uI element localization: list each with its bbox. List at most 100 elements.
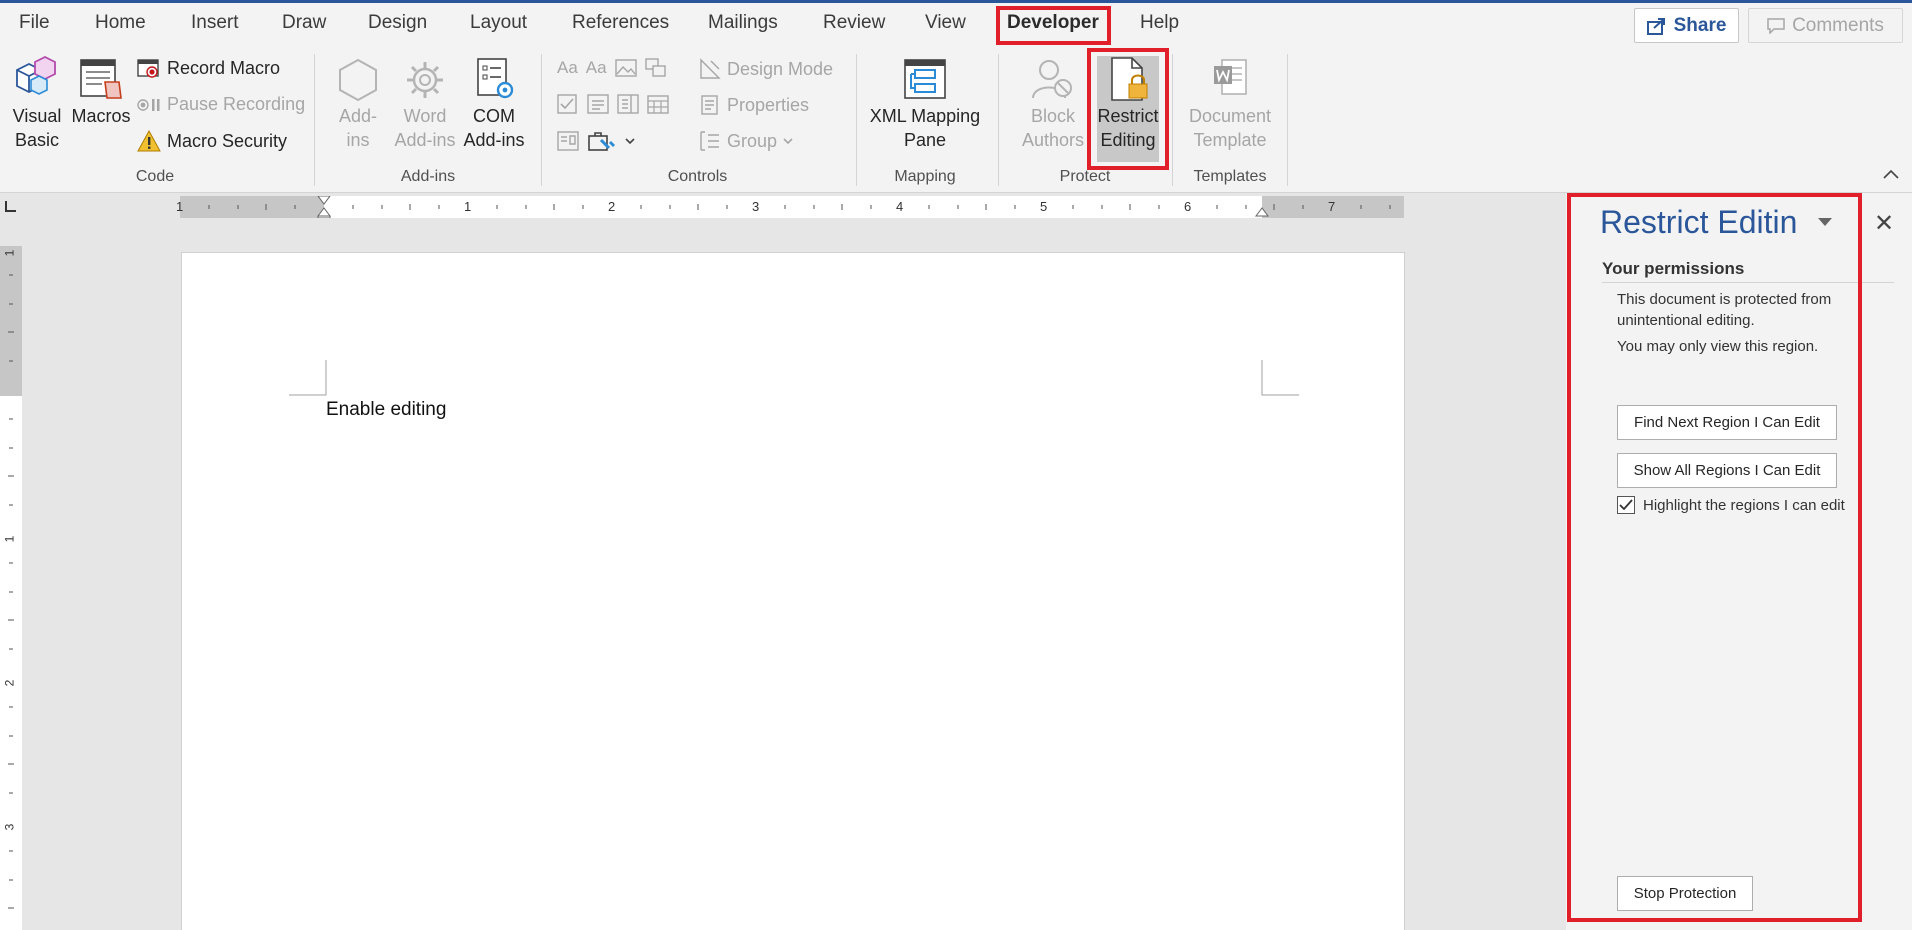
tab-view[interactable]: View: [925, 12, 966, 34]
tab-mailings[interactable]: Mailings: [708, 12, 778, 34]
comments-button[interactable]: Comments: [1748, 8, 1903, 43]
share-icon: [1646, 17, 1665, 35]
find-next-region-button[interactable]: Find Next Region I Can Edit: [1617, 405, 1837, 440]
record-macro-button[interactable]: Record Macro: [137, 58, 280, 79]
block-authors-button[interactable]: Block Authors: [1008, 56, 1098, 152]
group-separator: [998, 54, 999, 186]
combo-box-control-icon[interactable]: [587, 94, 609, 114]
group-separator: [1172, 54, 1173, 186]
xml-mapping-label-2: Pane: [903, 130, 947, 150]
tab-references[interactable]: References: [572, 12, 669, 34]
share-button[interactable]: Share: [1634, 8, 1739, 43]
add-ins-label-1: Add-: [338, 106, 378, 126]
macros-button[interactable]: Macros: [70, 56, 132, 128]
stop-protection-button[interactable]: Stop Protection: [1617, 876, 1753, 911]
protection-message-line-2: unintentional editing.: [1617, 312, 1755, 329]
tab-layout[interactable]: Layout: [470, 12, 527, 34]
word-add-ins-label-2: Add-ins: [394, 130, 456, 150]
add-ins-group-label: Add-ins: [400, 168, 456, 185]
com-add-ins-label-2: Add-ins: [463, 130, 525, 150]
document-body-text[interactable]: Enable editing: [326, 399, 446, 421]
macro-security-button[interactable]: Macro Security: [137, 130, 287, 152]
design-mode-icon: [700, 58, 721, 79]
horizontal-ruler[interactable]: 1 1 2 3 4 5 6 7: [176, 196, 1404, 218]
rich-text-control-icon[interactable]: Aa: [557, 58, 578, 78]
controls-row-3: [557, 130, 635, 152]
macro-security-label: Macro Security: [167, 130, 288, 151]
vertical-ruler[interactable]: 1 1 2 3: [0, 246, 22, 930]
checkmark-icon: [1619, 499, 1633, 511]
tab-home[interactable]: Home: [95, 12, 146, 34]
ruler-label: 6: [1184, 199, 1192, 214]
tab-help[interactable]: Help: [1140, 12, 1179, 34]
comment-icon: [1767, 17, 1785, 34]
warning-icon: [137, 130, 161, 152]
picture-control-icon[interactable]: [614, 59, 637, 77]
block-authors-label-2: Authors: [1021, 130, 1085, 150]
tab-design[interactable]: Design: [368, 12, 427, 34]
comments-label: Comments: [1792, 14, 1884, 36]
checkbox-control-icon[interactable]: [557, 94, 579, 114]
record-macro-icon: [137, 58, 159, 78]
ruler-label: 5: [1040, 199, 1048, 214]
tab-draw[interactable]: Draw: [282, 12, 326, 34]
restrict-editing-button[interactable]: Restrict Editing: [1097, 56, 1159, 152]
restrict-editing-label-2: Editing: [1100, 130, 1156, 150]
properties-icon: [701, 95, 718, 115]
pause-recording-button[interactable]: Pause Recording: [137, 94, 305, 115]
gear-icon: [407, 62, 443, 98]
pause-icon: [137, 98, 160, 111]
repeating-section-control-icon[interactable]: [557, 131, 579, 151]
highlight-regions-label: Highlight the regions I can edit: [1643, 496, 1845, 514]
visual-basic-label-2: Basic: [14, 130, 59, 150]
record-macro-label: Record Macro: [167, 58, 281, 78]
legacy-tools-icon[interactable]: [587, 130, 617, 152]
com-add-ins-label-1: COM: [473, 106, 515, 126]
lock-document-icon: [1111, 57, 1148, 101]
chevron-down-icon: [783, 138, 793, 145]
restrict-editing-label-1: Restrict: [1097, 106, 1159, 126]
add-ins-label-2: ins: [346, 130, 370, 150]
group-button[interactable]: Group: [699, 130, 793, 152]
show-all-regions-button[interactable]: Show All Regions I Can Edit: [1617, 453, 1837, 488]
building-block-control-icon[interactable]: [644, 58, 667, 78]
add-ins-button[interactable]: Add- ins: [326, 56, 390, 152]
tab-review[interactable]: Review: [823, 12, 885, 34]
word-window: File Home Insert Draw Design Layout Refe…: [0, 0, 1912, 930]
protection-message-line-1: This document is protected from: [1617, 291, 1832, 308]
pane-options-dropdown-icon[interactable]: [1818, 218, 1832, 227]
ruler-label: 1: [176, 199, 184, 214]
design-mode-button[interactable]: Design Mode: [699, 58, 833, 80]
checkbox-box[interactable]: [1617, 496, 1635, 514]
document-page[interactable]: Enable editing: [181, 252, 1405, 930]
ruler-label: 4: [896, 199, 904, 214]
plain-text-control-icon[interactable]: Aa: [586, 58, 607, 78]
group-separator: [1287, 54, 1288, 186]
date-picker-control-icon[interactable]: [647, 94, 669, 114]
share-label: Share: [1673, 14, 1727, 36]
tab-developer[interactable]: Developer: [1007, 12, 1099, 34]
word-add-ins-button[interactable]: Word Add-ins: [390, 56, 460, 152]
tab-file[interactable]: File: [19, 12, 50, 34]
code-group-label: Code: [135, 168, 175, 185]
com-add-ins-button[interactable]: COM Add-ins: [460, 56, 528, 152]
xml-mapping-pane-button[interactable]: XML Mapping Pane: [866, 56, 984, 152]
visual-basic-icon: [16, 56, 56, 95]
ruler-label: 3: [2, 823, 17, 831]
highlight-regions-checkbox[interactable]: Highlight the regions I can edit: [1617, 496, 1845, 514]
tab-selector-icon[interactable]: [0, 196, 22, 218]
view-only-message: You may only view this region.: [1617, 338, 1819, 355]
ruler-ticks: [208, 196, 1391, 218]
ruler-label: 7: [1328, 199, 1336, 214]
tab-insert[interactable]: Insert: [191, 12, 239, 34]
group-icon: [700, 131, 719, 151]
drop-down-list-control-icon[interactable]: [617, 94, 639, 114]
group-separator: [856, 54, 857, 186]
document-template-button[interactable]: Document Template: [1180, 56, 1280, 152]
xml-mapping-label-1: XML Mapping: [869, 106, 981, 126]
visual-basic-button[interactable]: Visual Basic: [8, 56, 66, 152]
collapse-ribbon-icon[interactable]: [1883, 169, 1899, 179]
block-authors-label-1: Block: [1030, 106, 1075, 126]
close-icon[interactable]: ✕: [1874, 209, 1894, 238]
properties-button[interactable]: Properties: [699, 94, 809, 116]
